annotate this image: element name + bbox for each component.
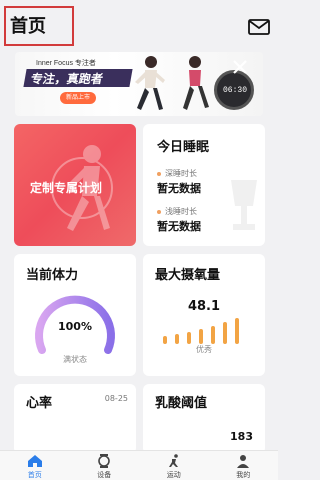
sleep-card[interactable]: 今日睡眠 深睡时长 暂无数据 浅睡时长 暂无数据 [143, 124, 265, 246]
cup-icon [231, 180, 257, 230]
watch-icon [98, 454, 111, 468]
nav-device[interactable]: 设备 [70, 451, 140, 480]
nav-home-label: 首页 [27, 471, 42, 479]
custom-plan-card[interactable]: 定制专属计划 [14, 124, 136, 246]
light-sleep-value: 暂无数据 [157, 220, 201, 233]
vo2max-value: 48.1 [187, 299, 221, 314]
heart-rate-title: 心率 [26, 396, 53, 411]
home-icon [27, 455, 42, 467]
vo2max-level-bars [163, 318, 239, 344]
page-title: 首页 [10, 16, 46, 37]
lactate-title: 乳酸阈值 [155, 396, 208, 411]
lactate-threshold-card[interactable]: 乳酸阈值 183 [143, 384, 265, 454]
nav-home[interactable]: 首页 [0, 451, 70, 480]
banner-slogan: 专注，真跑者 [23, 69, 133, 87]
stamina-status: 满状态 [63, 355, 87, 364]
promo-banner[interactable]: Inner Focus 专注者 专注，真跑者 新品上市 06:30 [15, 52, 263, 116]
light-sleep-dot [157, 210, 161, 214]
stamina-card[interactable]: 当前体力 100% 满状态 [14, 254, 136, 376]
heart-rate-date: 08-25 [104, 394, 128, 403]
light-sleep-label: 浅睡时长 [165, 207, 197, 216]
deep-sleep-value: 暂无数据 [157, 182, 201, 195]
mail-icon[interactable] [248, 18, 270, 36]
vo2max-title: 最大摄氧量 [155, 268, 221, 283]
running-icon [168, 454, 178, 467]
header: 首页 [0, 6, 278, 46]
banner-tag: 新品上市 [60, 92, 96, 104]
home-page: 首页 Inner Focus 专注者 专注，真跑者 新品上市 06:30 定制专… [0, 0, 278, 480]
heart-rate-card[interactable]: 心率 08-25 [14, 384, 136, 454]
bottom-nav: 首页 设备 运动 我的 [0, 450, 278, 480]
lactate-value: 183 [230, 430, 253, 443]
nav-sport[interactable]: 运动 [139, 451, 209, 480]
deep-sleep-dot [157, 172, 161, 176]
nav-mine[interactable]: 我的 [209, 451, 279, 480]
vo2max-card[interactable]: 最大摄氧量 48.1 优秀 [143, 254, 265, 376]
banner-watch-time: 06:30 [222, 86, 247, 95]
stamina-title: 当前体力 [26, 268, 79, 283]
deep-sleep-label: 深睡时长 [165, 169, 197, 178]
runner-figure-icon [135, 56, 165, 110]
nav-device-label: 设备 [97, 471, 112, 479]
close-icon[interactable] [231, 58, 249, 76]
banner-brand: Inner Focus 专注者 [36, 60, 96, 67]
sleep-title: 今日睡眠 [157, 140, 210, 155]
plan-label: 定制专属计划 [30, 181, 103, 195]
nav-mine-label: 我的 [236, 471, 251, 479]
runner-figure-2-icon [183, 56, 209, 110]
stamina-value: 100% [58, 320, 92, 333]
person-icon [237, 455, 250, 468]
vo2max-status: 优秀 [196, 345, 212, 354]
nav-sport-label: 运动 [166, 471, 181, 479]
